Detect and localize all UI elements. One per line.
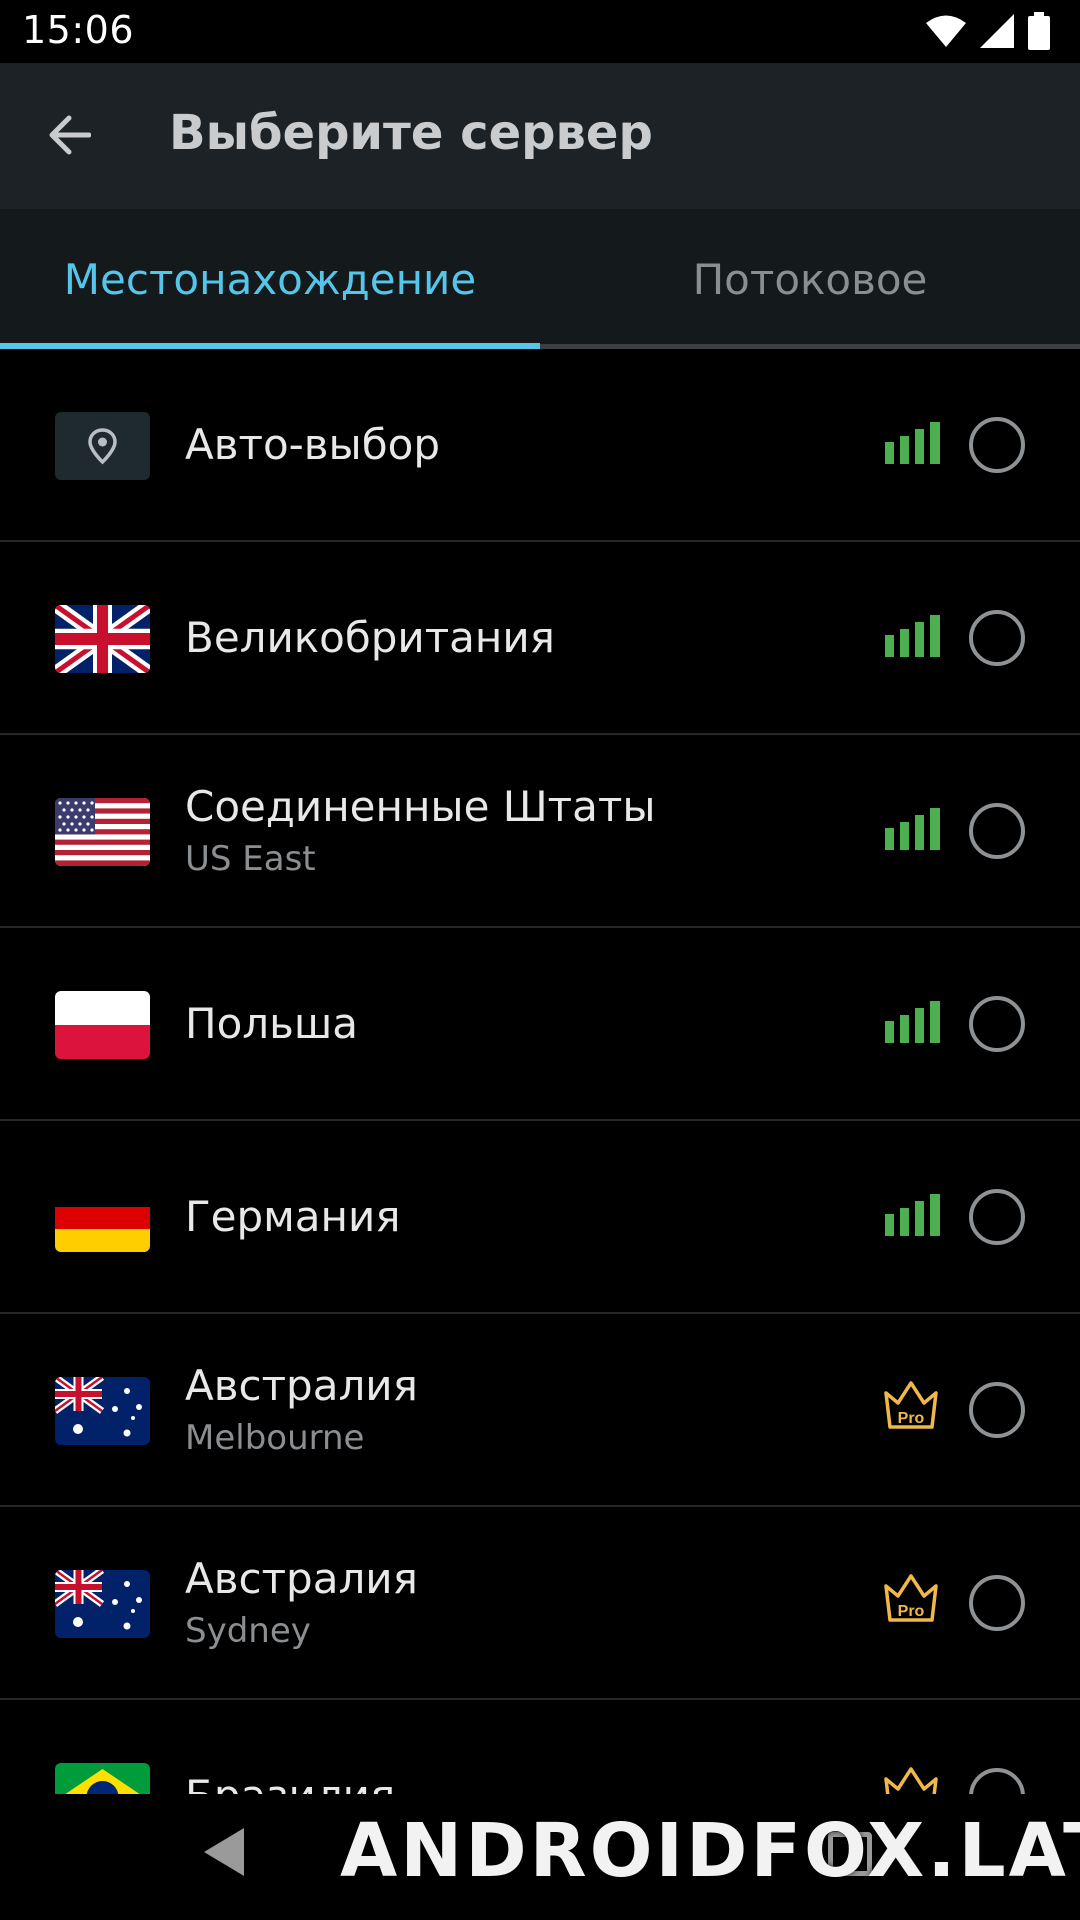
- tab-bar: Местонахождение Потоковое: [0, 209, 1080, 349]
- nav-back-icon[interactable]: [200, 1824, 248, 1880]
- server-name: Бразилия: [185, 1769, 395, 1795]
- server-city: Sydney: [185, 1610, 311, 1651]
- tab-location[interactable]: Местонахождение: [0, 209, 540, 349]
- signal-strength-icon: [885, 808, 940, 850]
- signal-strength-icon: [885, 1194, 940, 1236]
- server-name: Германия: [185, 1191, 401, 1241]
- battery-icon: [1028, 12, 1050, 50]
- location-pin-icon: [55, 412, 150, 480]
- tab-label: Местонахождение: [63, 254, 477, 304]
- flag-us-icon: [55, 798, 150, 866]
- arrow-left-icon: [49, 115, 91, 155]
- pro-label: Pro: [898, 1603, 925, 1620]
- select-radio[interactable]: [969, 1768, 1025, 1794]
- signal-strength-icon: [885, 422, 940, 464]
- flag-uk-icon: [55, 605, 150, 673]
- server-row-uk[interactable]: Великобритания: [0, 542, 1080, 735]
- server-row-australia-sydney[interactable]: Австралия Sydney Pro: [0, 1507, 1080, 1700]
- server-name: Австралия: [185, 1553, 418, 1603]
- select-radio[interactable]: [969, 1382, 1025, 1438]
- select-radio[interactable]: [969, 417, 1025, 473]
- pro-crown-icon: Pro: [882, 1765, 940, 1794]
- signal-strength-icon: [885, 1001, 940, 1043]
- status-icons: [926, 12, 1050, 50]
- signal-strength-icon: [885, 615, 940, 657]
- back-button[interactable]: [34, 100, 104, 170]
- select-radio[interactable]: [969, 1575, 1025, 1631]
- navigation-bar: ANDROIDFOX.LAT: [0, 1794, 1080, 1920]
- select-radio[interactable]: [969, 803, 1025, 859]
- server-city: US East: [185, 838, 316, 879]
- pro-label: Pro: [898, 1410, 925, 1427]
- flag-pl-icon: [55, 991, 150, 1059]
- server-name: Австралия: [185, 1360, 418, 1410]
- select-radio[interactable]: [969, 1189, 1025, 1245]
- pro-crown-icon: Pro: [882, 1572, 940, 1624]
- flag-au-icon: [55, 1377, 150, 1445]
- server-city: Melbourne: [185, 1417, 365, 1458]
- flag-au-icon: [55, 1570, 150, 1638]
- server-name: Польша: [185, 998, 359, 1048]
- server-name: Великобритания: [185, 612, 555, 662]
- pro-crown-icon: Pro: [882, 1379, 940, 1431]
- flag-br-icon: [55, 1763, 150, 1794]
- tab-label: Потоковое: [692, 254, 928, 304]
- server-list[interactable]: Авто-выбор Великобритания Соединенные Шт…: [0, 349, 1080, 1794]
- watermark: ANDROIDFOX.LAT: [340, 1808, 1080, 1894]
- app-bar: Выберите сервер: [0, 63, 1080, 209]
- server-row-brazil[interactable]: Бразилия Pro: [0, 1700, 1080, 1794]
- select-radio[interactable]: [969, 610, 1025, 666]
- status-time: 15:06: [22, 8, 135, 52]
- server-row-poland[interactable]: Польша: [0, 928, 1080, 1121]
- status-bar: 15:06: [0, 0, 1080, 63]
- flag-de-icon: [55, 1184, 150, 1252]
- server-row-auto[interactable]: Авто-выбор: [0, 349, 1080, 542]
- server-name: Соединенные Штаты: [185, 781, 656, 831]
- server-name: Авто-выбор: [185, 419, 440, 469]
- wifi-icon: [926, 15, 966, 47]
- select-radio[interactable]: [969, 996, 1025, 1052]
- cell-signal-icon: [980, 14, 1014, 48]
- tab-streaming[interactable]: Потоковое: [540, 209, 1080, 349]
- server-row-australia-melbourne[interactable]: Австралия Melbourne Pro: [0, 1314, 1080, 1507]
- server-row-us[interactable]: Соединенные Штаты US East: [0, 735, 1080, 928]
- server-row-germany[interactable]: Германия: [0, 1121, 1080, 1314]
- page-title: Выберите сервер: [169, 105, 653, 161]
